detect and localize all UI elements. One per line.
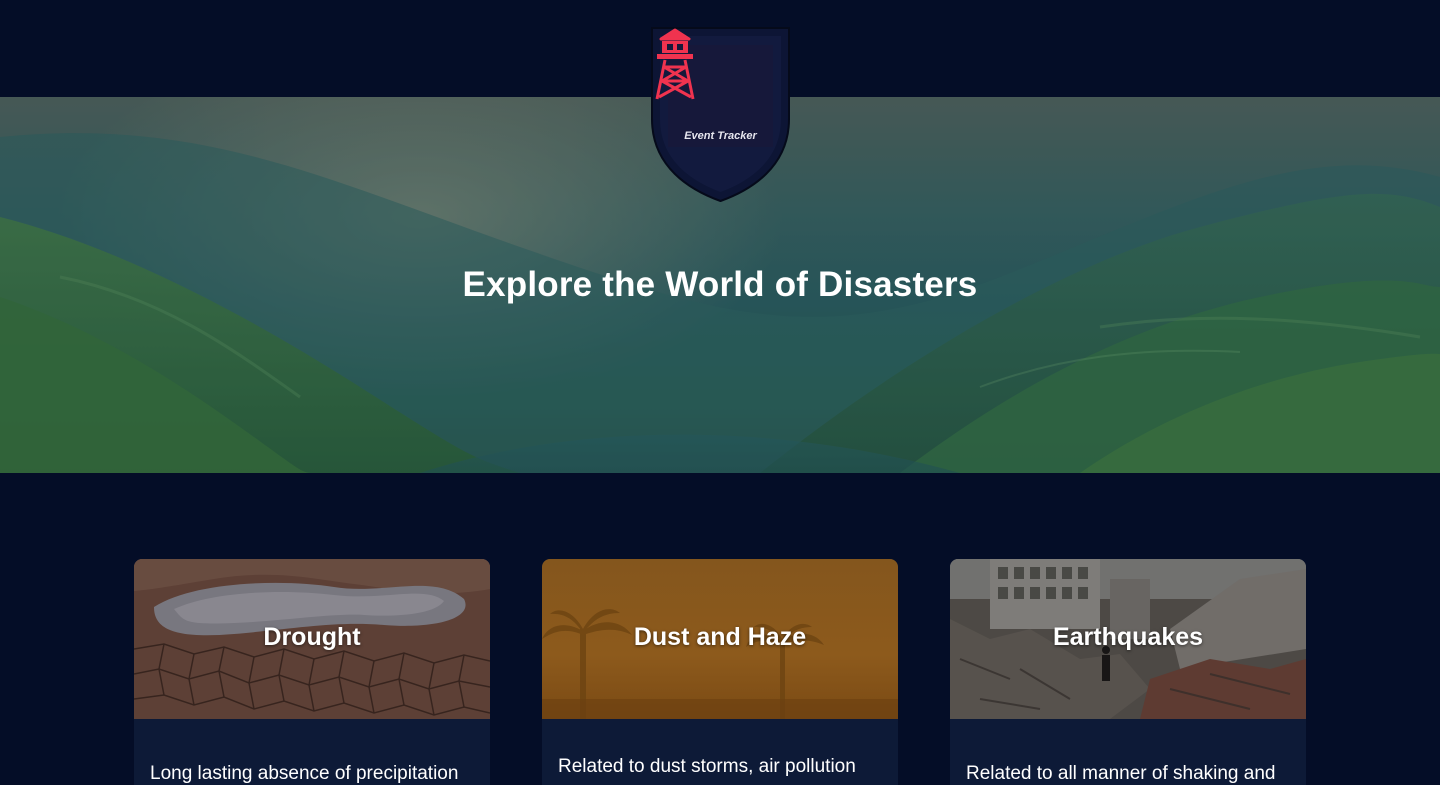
card-title: Dust and Haze <box>633 623 807 651</box>
hero-title: Explore the World of Disasters <box>462 265 978 304</box>
disaster-card-earthquakes[interactable]: Earthquakes Related to all manner of sha… <box>950 559 1306 785</box>
drought-image: Drought <box>134 559 490 719</box>
logo-label: Event Tracker <box>684 130 757 142</box>
dust-and-haze-image: Dust and Haze <box>542 559 898 719</box>
card-description: Long lasting absence of precipitation <box>150 763 459 784</box>
earthquakes-image: Earthquakes <box>950 559 1306 719</box>
disaster-card-dust-and-haze[interactable]: Dust and Haze Related to dust storms, ai… <box>542 559 898 785</box>
disaster-card-drought[interactable]: Drought Long lasting absence of precipit… <box>134 559 490 785</box>
card-title: Drought <box>263 623 361 651</box>
watchtower-icon <box>655 28 695 100</box>
app-logo[interactable]: Event Tracker <box>651 27 790 202</box>
card-description: Related to all manner of shaking and <box>966 763 1276 784</box>
card-title: Earthquakes <box>1052 623 1204 651</box>
card-description: Related to dust storms, air pollution <box>558 756 856 777</box>
